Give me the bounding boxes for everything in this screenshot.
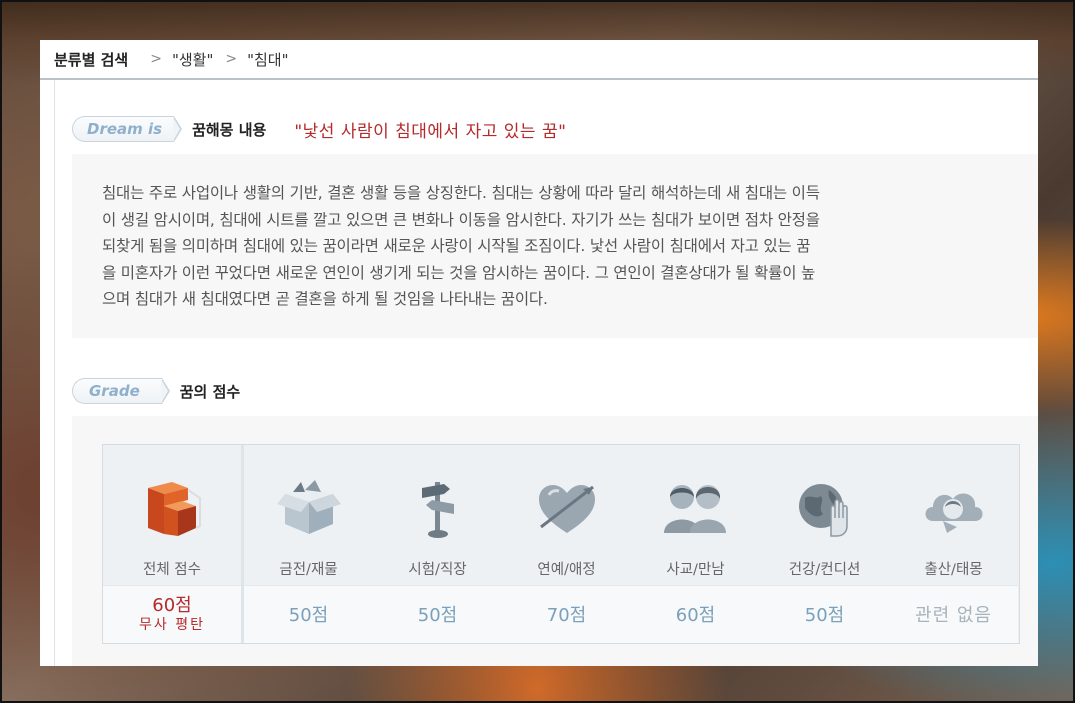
breadcrumb-separator-icon: > xyxy=(150,51,162,67)
dream-title: "낯선 사람이 침대에서 자고 있는 꿈" xyxy=(294,121,567,142)
grade-label: 시험/직장 xyxy=(408,561,467,578)
grade-column-exam: 시험/직장 50점 xyxy=(373,445,502,643)
tag-arrow-icon xyxy=(160,378,170,404)
content-section-label: 꿈해몽 내용 xyxy=(192,120,267,139)
grade-total-column: 전체 점수 60점 무사 평탄 xyxy=(103,445,244,643)
grade-total-verdict: 무사 평탄 xyxy=(139,617,205,634)
breadcrumb-item-life[interactable]: "생활" xyxy=(172,49,213,70)
dream-panel: 분류별 검색 > "생활" > "침대" Dream is 꿈해몽 내용 "낯선… xyxy=(40,40,1038,666)
grade-label: 사교/만남 xyxy=(666,561,725,578)
content-section-header: Dream is 꿈해몽 내용 "낯선 사람이 침대에서 자고 있는 꿈" xyxy=(72,116,566,142)
grade-label: 건강/컨디션 xyxy=(788,561,861,578)
grade-label: 금전/재물 xyxy=(279,561,338,578)
stacked-blocks-icon xyxy=(142,467,202,552)
dream-is-tag: Dream is xyxy=(72,116,175,142)
grade-label: 연예/애정 xyxy=(537,561,596,578)
dream-interpretation-text: 침대는 주로 사업이나 생활의 기반, 결혼 생활 등을 상징한다. 침대는 상… xyxy=(72,154,1038,338)
grade-total-score: 60점 xyxy=(152,595,192,617)
breadcrumb-title: 분류별 검색 xyxy=(54,50,129,69)
signpost-icon xyxy=(418,467,458,552)
grade-total-score-cell: 60점 무사 평탄 xyxy=(103,584,241,643)
grade-score: 50점 xyxy=(373,584,502,643)
grade-label: 출산/태몽 xyxy=(924,561,983,578)
globe-hand-icon xyxy=(795,467,855,552)
interpretation-line: 되찾게 됨을 의미하며 침대에 있는 꿈이라면 새로운 사랑이 시작될 조짐이다… xyxy=(102,237,811,255)
interpretation-line: 이 생길 암시이며, 침대에 시트를 깔고 있으면 큰 변화나 이동을 암시한다… xyxy=(102,210,820,229)
grade-column-health: 건강/컨디션 50점 xyxy=(760,445,889,643)
grade-column-birth: 출산/태몽 관련 없음 xyxy=(889,445,1018,643)
grade-score: 50점 xyxy=(244,584,373,643)
breadcrumb-separator-icon: > xyxy=(225,51,238,67)
left-divider xyxy=(54,80,55,666)
heart-arrow-icon xyxy=(535,467,599,552)
grade-column-money: 금전/재물 50점 xyxy=(244,445,373,643)
grade-column-love: 연예/애정 70점 xyxy=(502,445,631,643)
two-people-icon xyxy=(662,467,730,552)
grade-score: 50점 xyxy=(760,584,889,643)
grade-score: 60점 xyxy=(631,584,760,643)
baby-cloud-icon xyxy=(921,467,987,552)
tag-arrow-icon xyxy=(173,116,183,142)
grade-box: 전체 점수 60점 무사 평탄 금전/재물 50점 시험/직장 50점 연예/애… xyxy=(72,416,1038,666)
grade-total-label: 전체 점수 xyxy=(143,561,201,578)
grade-score: 70점 xyxy=(502,584,631,643)
breadcrumb-item-bed[interactable]: "침대" xyxy=(247,49,288,70)
grade-section-header: Grade 꿈의 점수 xyxy=(72,378,240,404)
grade-table: 전체 점수 60점 무사 평탄 금전/재물 50점 시험/직장 50점 연예/애… xyxy=(102,444,1020,644)
money-box-icon xyxy=(275,467,343,552)
grade-column-social: 사교/만남 60점 xyxy=(631,445,760,643)
interpretation-line: 을 미혼자가 이런 꾸었다면 새로운 연인이 생기게 되는 것을 암시하는 꿈이… xyxy=(102,263,816,282)
breadcrumb: 분류별 검색 > "생활" > "침대" xyxy=(40,40,1038,80)
interpretation-line: 침대는 주로 사업이나 생활의 기반, 결혼 생활 등을 상징한다. 침대는 상… xyxy=(102,184,820,202)
grade-section-label: 꿈의 점수 xyxy=(179,382,241,401)
interpretation-line: 으며 침대가 새 침대였다면 곧 결혼을 하게 될 것임을 나타내는 꿈이다. xyxy=(102,290,548,308)
grade-tag: Grade xyxy=(72,378,162,404)
grade-score: 관련 없음 xyxy=(889,584,1018,643)
